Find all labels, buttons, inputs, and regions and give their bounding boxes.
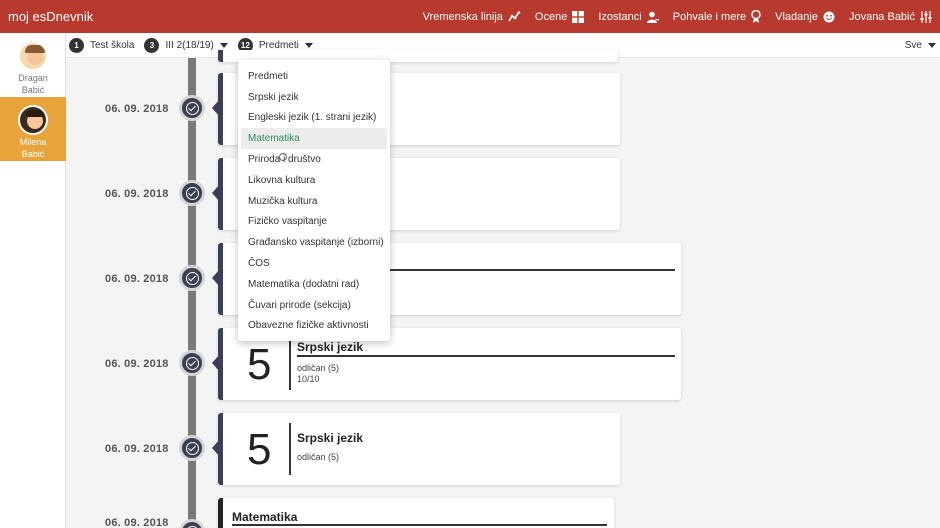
student-last-name: Babić: [21, 85, 45, 95]
dropdown-item[interactable]: Fizičko vaspitanje: [238, 212, 390, 233]
dropdown-item[interactable]: Srpski jezik: [238, 87, 390, 108]
subject-filter-label: Predmeti: [258, 39, 299, 51]
avatar: [18, 41, 48, 71]
grade-divider: [289, 338, 291, 390]
chevron-down-icon: [928, 43, 936, 48]
school-filter[interactable]: 1 Test škola: [69, 37, 135, 53]
dropdown-item[interactable]: Engleski jezik (1. strani jezik): [238, 108, 390, 129]
nav-user-label: Jovana Babić: [848, 10, 915, 23]
entry-date: 06. 09. 2018: [105, 273, 169, 285]
card-subject: Matematika: [232, 510, 298, 524]
chevron-down-icon: [219, 42, 228, 48]
student-milena[interactable]: Milena Babić: [0, 97, 66, 161]
grade-subject: Srpski jezik: [297, 340, 364, 354]
subject-underline: [232, 524, 607, 526]
grade-value: 5: [247, 340, 272, 389]
app-title[interactable]: moj esDnevnik: [0, 9, 423, 24]
student-last-name: Babić: [21, 149, 45, 159]
grade-description: odličan (5): [297, 363, 340, 373]
subject-dropdown: Predmeti Srpski jezik Engleski jezik (1.…: [238, 60, 390, 341]
grade-score: 10/10: [297, 374, 320, 384]
nav-praises-label: Pohvale i mere: [672, 10, 747, 23]
entry-date: 06. 09. 2018: [105, 188, 169, 200]
school-filter-label: Test škola: [90, 39, 135, 51]
class-filter-label: III 2(18/19): [165, 39, 214, 51]
type-filter[interactable]: Sve: [905, 33, 936, 58]
avatar: [18, 105, 48, 135]
check-icon: [179, 350, 205, 376]
nav-behavior[interactable]: Vladanje: [775, 11, 835, 23]
dropdown-item[interactable]: Likovna kultura: [238, 170, 390, 191]
user-minus-icon: [646, 11, 659, 23]
dropdown-item[interactable]: Priroda i društvo: [238, 149, 390, 170]
nav-grades-label: Ocene: [534, 10, 568, 23]
pointer-cursor-icon: [279, 153, 287, 161]
nav-praises[interactable]: Pohvale i mere: [673, 10, 761, 23]
award-icon: [751, 10, 761, 23]
student-first-name: Milena: [19, 137, 47, 147]
grade-subject: Srpski jezik: [297, 431, 364, 445]
student-dragan[interactable]: Dragan Babić: [0, 33, 66, 97]
nav-timeline[interactable]: Vremenska linija: [423, 11, 521, 23]
entry-date: 06. 09. 2018: [105, 517, 169, 528]
school-count-badge: 1: [69, 37, 84, 53]
smile-icon: [823, 11, 835, 22]
dropdown-item-selected[interactable]: Matematika: [241, 128, 387, 150]
entry-date: 06. 09. 2018: [105, 443, 169, 455]
grid-icon: [572, 10, 585, 23]
subject-underline: [297, 355, 675, 357]
settings-sliders-icon: [920, 10, 932, 23]
dropdown-item[interactable]: Predmeti: [238, 66, 390, 87]
dropdown-item[interactable]: Obavezne fizičke aktivnosti: [238, 316, 390, 337]
class-count-badge: 3: [144, 37, 160, 53]
check-icon: [179, 95, 205, 121]
type-filter-label: Sve: [904, 40, 922, 51]
student-sidebar: Dragan Babić Milena Babić: [0, 33, 66, 528]
dropdown-item[interactable]: ČOS: [238, 253, 390, 274]
nav-behavior-label: Vladanje: [775, 10, 818, 23]
grade-divider: [289, 423, 291, 475]
check-icon: [179, 265, 205, 291]
timeline-icon: [508, 11, 521, 22]
chevron-down-icon: [304, 42, 313, 48]
dropdown-item[interactable]: Čuvari prirode (sekcija): [238, 295, 390, 316]
dropdown-item[interactable]: Muzička kultura: [238, 191, 390, 212]
grade-value: 5: [247, 425, 272, 474]
check-icon: [179, 519, 205, 528]
nav-grades[interactable]: Ocene: [534, 10, 585, 23]
grade-card[interactable]: 5 Srpski jezik odličan (5): [218, 413, 620, 485]
nav-absences-label: Izostanci: [598, 10, 642, 23]
top-nav: Vremenska linija Ocene Izostanci Pohvale…: [423, 0, 940, 33]
class-filter[interactable]: 3 III 2(18/19): [144, 37, 228, 53]
nav-timeline-label: Vremenska linija: [422, 10, 503, 23]
nav-absences[interactable]: Izostanci: [598, 10, 659, 23]
grade-description: odličan (5): [297, 452, 340, 462]
dropdown-item[interactable]: Građansko vaspitanje (izborni): [238, 232, 390, 253]
dropdown-item[interactable]: Matematika (dodatni rad): [238, 274, 390, 295]
entry-date: 06. 09. 2018: [105, 103, 169, 115]
timeline-card[interactable]: Matematika: [218, 498, 614, 528]
check-icon: [179, 435, 205, 461]
check-icon: [179, 180, 205, 206]
nav-user[interactable]: Jovana Babić: [848, 10, 932, 23]
student-first-name: Dragan: [18, 73, 48, 83]
top-bar: moj esDnevnik Vremenska linija Ocene Izo…: [0, 0, 940, 33]
entry-date: 06. 09. 2018: [105, 358, 169, 370]
